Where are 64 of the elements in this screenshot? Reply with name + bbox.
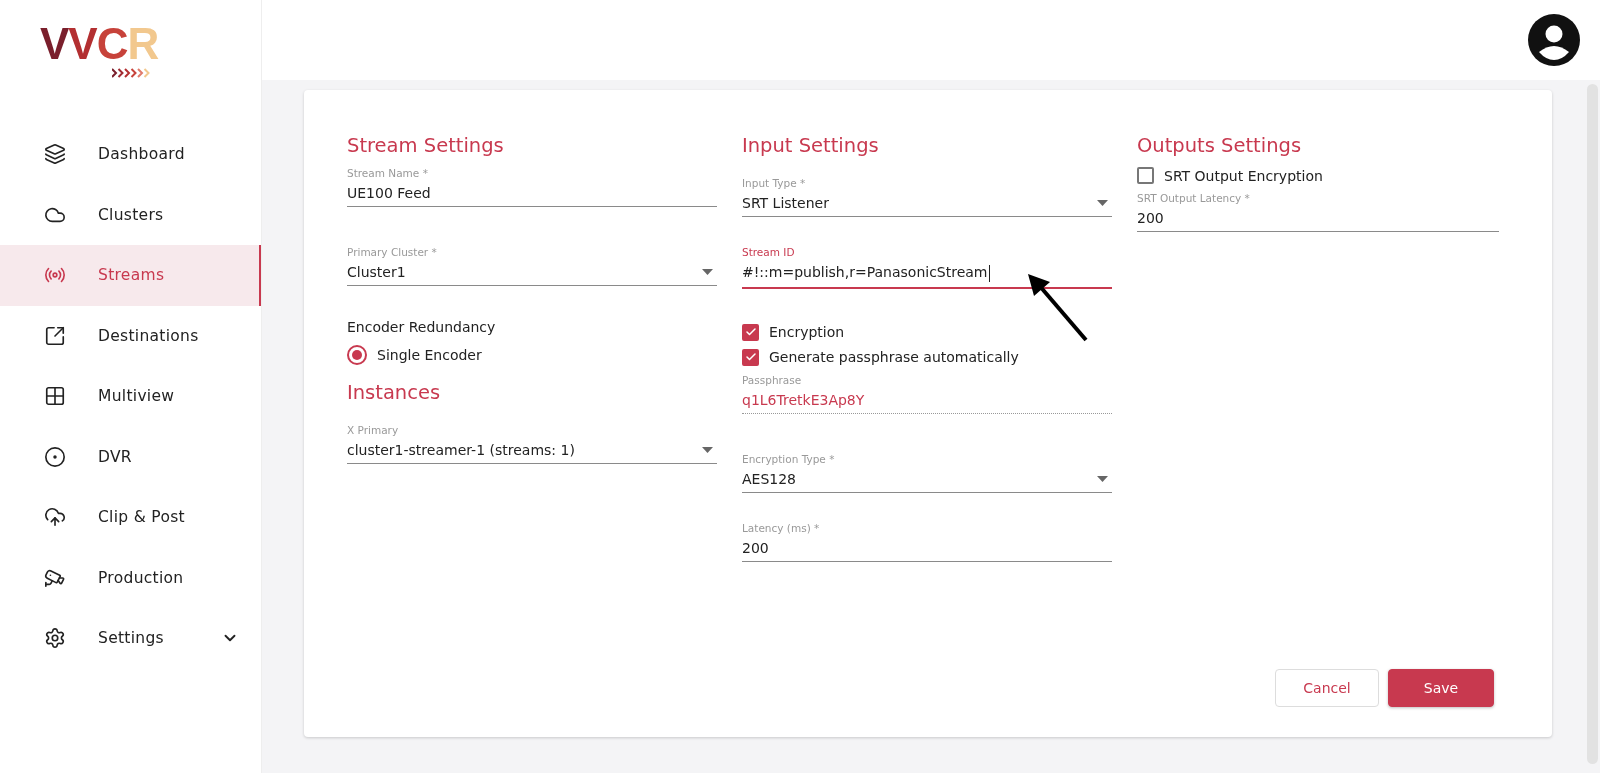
target-icon — [44, 445, 66, 468]
field-label: Primary Cluster * — [347, 246, 438, 258]
avatar-icon[interactable] — [1528, 14, 1580, 66]
input-field[interactable]: Stream Name * UE100 Feed — [347, 167, 717, 207]
sidebar-item[interactable]: Streams — [0, 245, 261, 306]
checkbox-label: Encryption — [769, 324, 845, 340]
field-value: UE100 Feed — [347, 185, 431, 201]
input-field[interactable]: Latency (ms) * 200 — [742, 521, 1112, 562]
sidebar-item[interactable]: Destinations — [0, 305, 261, 366]
select-field[interactable]: Input Type * SRT Listener — [742, 167, 1112, 217]
cloud-upload-icon — [44, 506, 66, 529]
layers-icon — [44, 143, 66, 166]
input-field[interactable]: Passphrase q1L6TretkE3Ap8Y — [742, 373, 1112, 414]
dropdown-arrow-icon — [702, 447, 713, 453]
field-value: q1L6TretkE3Ap8Y — [742, 391, 865, 408]
radio-label: Single Encoder — [377, 347, 482, 363]
sidebar-item[interactable]: Dashboard — [0, 124, 261, 185]
radio-button[interactable] — [347, 345, 367, 365]
field-value: 200 — [742, 539, 769, 556]
select-field[interactable]: Primary Cluster * Cluster1 — [347, 236, 717, 286]
checkbox[interactable] — [742, 348, 759, 366]
checkbox[interactable] — [1137, 167, 1154, 184]
cancel-button[interactable]: Cancel — [1275, 669, 1379, 707]
check-icon — [744, 326, 757, 338]
field-value: Cluster1 — [347, 264, 406, 280]
select-field[interactable]: X Primary cluster1-streamer-1 (streams: 1) — [347, 414, 717, 464]
select-field[interactable]: Encryption Type * AES128 — [742, 442, 1112, 493]
section-heading: Instances — [347, 381, 442, 404]
input-field[interactable]: SRT Output Latency * 200 — [1137, 192, 1499, 232]
field-label: Stream Name * — [347, 167, 429, 179]
sidebar-item[interactable]: Production — [0, 547, 261, 608]
field-label: Encryption Type * — [742, 452, 836, 465]
sidebar-item[interactable]: DVR — [0, 426, 261, 487]
dropdown-arrow-icon — [1097, 200, 1108, 206]
sidebar-item[interactable]: Multiview — [0, 366, 261, 427]
checkbox-label: Generate passphrase automatically — [769, 349, 1019, 365]
dropdown-arrow-icon — [1097, 475, 1108, 482]
logo-text: VVCR — [40, 22, 159, 66]
settings-icon — [44, 627, 66, 650]
field-label: X Primary — [347, 424, 400, 436]
check-icon — [744, 351, 757, 363]
group-label: Encoder Redundancy — [347, 319, 497, 335]
field-value: #!::m=publish,r=PanasonicStream — [742, 264, 990, 282]
sidebar-item[interactable]: Clip & Post — [0, 487, 261, 548]
field-value: AES128 — [742, 470, 797, 487]
field-label: SRT Output Latency * — [1137, 192, 1251, 204]
field-label: Latency (ms) * — [742, 521, 821, 534]
field-value: SRT Listener — [742, 195, 829, 211]
field-label: Stream ID — [742, 246, 796, 258]
field-value: cluster1-streamer-1 (streams: 1) — [347, 442, 575, 458]
section-heading: Stream Settings — [347, 134, 505, 157]
section-heading: Outputs Settings — [1137, 134, 1303, 157]
checkbox-label: SRT Output Encryption — [1164, 167, 1323, 184]
external-link-icon — [44, 324, 66, 347]
sidebar-item[interactable]: Settings — [0, 608, 261, 669]
field-label: Input Type * — [742, 177, 807, 189]
dropdown-arrow-icon — [702, 269, 713, 275]
field-label: Passphrase — [742, 373, 803, 386]
field-value: 200 — [1137, 210, 1164, 226]
sidebar-item[interactable]: Clusters — [0, 184, 261, 245]
save-button[interactable]: Save — [1388, 669, 1494, 707]
section-heading: Input Settings — [742, 134, 880, 157]
grid-icon — [44, 385, 66, 408]
checkbox[interactable] — [742, 323, 759, 341]
